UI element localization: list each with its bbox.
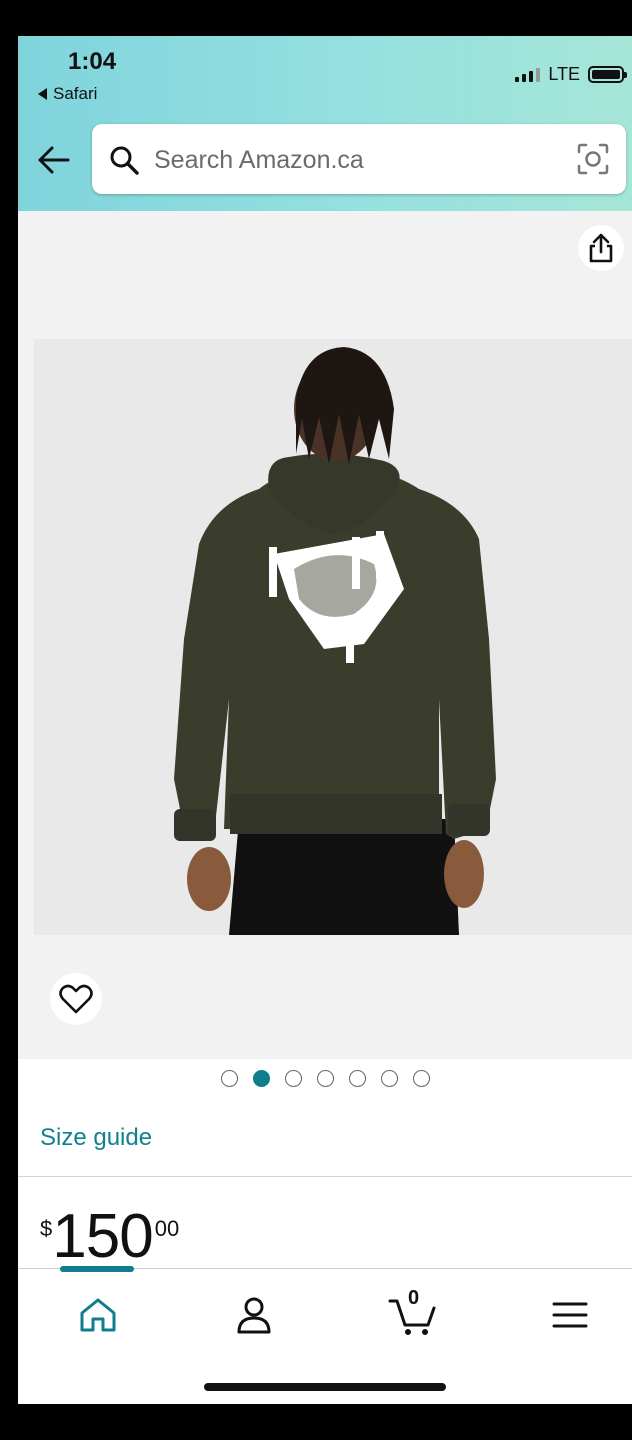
back-to-app-link[interactable]: Safari xyxy=(38,84,97,104)
back-triangle-icon xyxy=(38,88,47,100)
network-label: LTE xyxy=(548,64,580,84)
menu-icon[interactable] xyxy=(548,1293,592,1337)
price-whole: 150 xyxy=(52,1202,153,1271)
battery-icon xyxy=(588,66,627,83)
cart-count: 0 xyxy=(408,1287,420,1309)
carousel-dot[interactable] xyxy=(252,1070,270,1087)
camera-search-icon[interactable] xyxy=(576,142,610,176)
product-image[interactable] xyxy=(34,339,632,935)
price-currency: $ xyxy=(40,1216,53,1241)
size-guide-link[interactable]: Size guide xyxy=(40,1124,152,1152)
hoodie-illustration xyxy=(34,339,632,935)
signal-icon xyxy=(515,67,541,82)
account-icon[interactable] xyxy=(232,1293,276,1337)
search-input[interactable]: Search Amazon.ca xyxy=(92,124,626,194)
home-indicator xyxy=(204,1383,446,1391)
share-icon xyxy=(589,233,613,263)
back-arrow-icon[interactable] xyxy=(36,142,72,178)
phone-screen: 1:04 Safari LTE Search Amazon.ca Size gu… xyxy=(18,36,632,1404)
bottom-navigation: 0 xyxy=(18,1266,632,1404)
carousel-dot[interactable] xyxy=(380,1070,398,1087)
back-app-label: Safari xyxy=(53,84,98,103)
product-gallery[interactable] xyxy=(18,211,632,1059)
share-button[interactable] xyxy=(578,225,624,271)
carousel-dot[interactable] xyxy=(412,1070,430,1087)
status-time: 1:04 xyxy=(68,48,117,75)
status-indicators: LTE xyxy=(515,64,627,85)
image-carousel-dots[interactable] xyxy=(18,1070,632,1087)
section-divider xyxy=(18,1176,632,1177)
search-icon xyxy=(110,146,139,175)
carousel-dot[interactable] xyxy=(284,1070,302,1087)
carousel-dot[interactable] xyxy=(316,1070,334,1087)
product-price: $ 150 00 xyxy=(40,1204,179,1270)
search-placeholder: Search Amazon.ca xyxy=(154,146,364,174)
carousel-dot[interactable] xyxy=(220,1070,238,1087)
home-icon[interactable] xyxy=(76,1293,120,1337)
header: 1:04 Safari LTE Search Amazon.ca xyxy=(18,36,632,211)
price-fraction: 00 xyxy=(154,1216,180,1241)
active-tab-indicator xyxy=(60,1266,134,1272)
wishlist-button[interactable] xyxy=(50,973,102,1025)
carousel-dot[interactable] xyxy=(348,1070,366,1087)
cart-button[interactable]: 0 xyxy=(388,1287,438,1337)
heart-icon xyxy=(59,984,93,1014)
